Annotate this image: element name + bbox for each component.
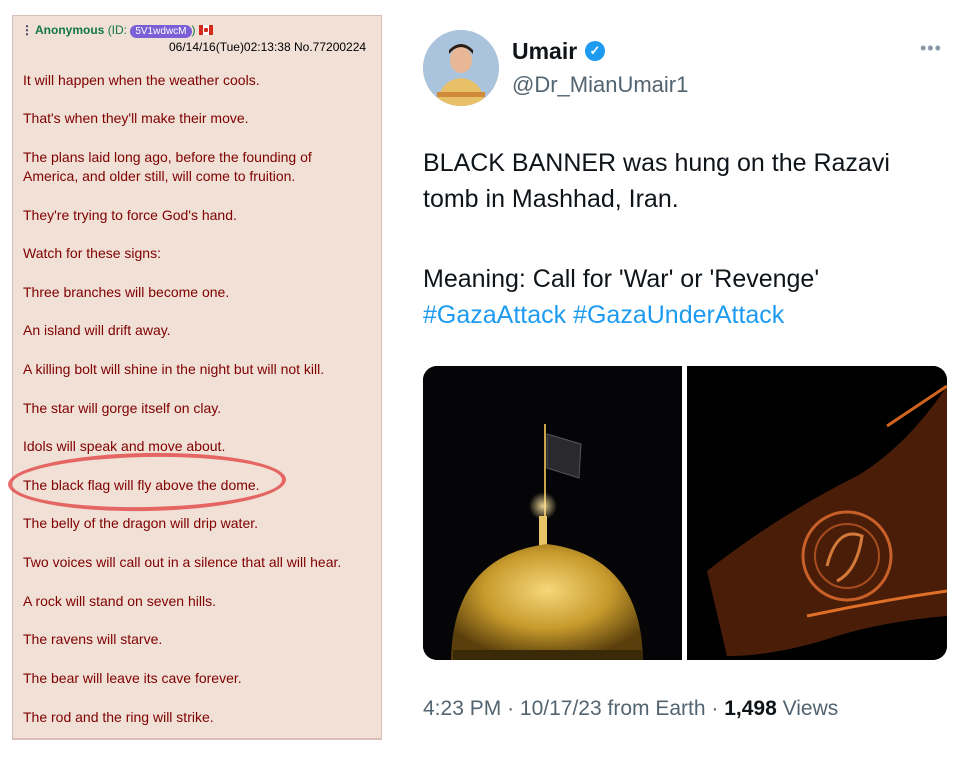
- post-line: The plans laid long ago, before the foun…: [23, 149, 312, 184]
- post-number[interactable]: No.77200224: [294, 40, 366, 54]
- poster-id-label: (ID:: [107, 23, 128, 37]
- drag-handle-icon[interactable]: ⋮: [21, 23, 33, 37]
- separator: ·: [507, 697, 515, 720]
- post-line: The bear will leave its cave forever.: [23, 670, 242, 686]
- tweet-time[interactable]: 4:23 PM: [423, 697, 501, 720]
- post-line: It will happen when the weather cools.: [23, 72, 260, 88]
- poster-id-badge[interactable]: 5V1wdwcM: [130, 25, 192, 38]
- poster-info: Anonymous (ID: 5V1wdwcM): [35, 23, 213, 38]
- media-image-flag[interactable]: [687, 366, 947, 660]
- post-line: The star will gorge itself on clay.: [23, 400, 222, 416]
- tweet-source: from Earth: [607, 697, 706, 720]
- tweet-text-line: BLACK BANNER was hung on the Razavi tomb…: [423, 149, 890, 213]
- post-line: Three branches will become one.: [23, 284, 230, 300]
- user-handle[interactable]: @Dr_MianUmair1: [512, 72, 688, 98]
- avatar[interactable]: [423, 30, 499, 106]
- post-line: The rod and the ring will strike.: [23, 709, 214, 725]
- post-line: The belly of the dragon will drip water.: [23, 515, 259, 531]
- post-line: That's when they'll make their move.: [23, 110, 249, 126]
- separator: ·: [711, 697, 719, 720]
- post-line: Two voices will call out in a silence th…: [23, 554, 342, 570]
- media-image-dome[interactable]: [423, 366, 682, 660]
- post-line: The ravens will starve.: [23, 631, 163, 647]
- tweet-text-line: Meaning: Call for 'War' or 'Revenge': [423, 265, 820, 293]
- dome-illustration: [423, 366, 682, 660]
- flag-illustration: [687, 366, 947, 660]
- avatar-portrait: [423, 30, 499, 106]
- poster-name: Anonymous: [35, 23, 105, 37]
- views-count[interactable]: 1,498: [724, 697, 777, 720]
- hashtags[interactable]: #GazaAttack #GazaUnderAttack: [423, 297, 943, 333]
- forum-post: ⋮ Anonymous (ID: 5V1wdwcM) 06/14/16(Tue)…: [12, 15, 382, 740]
- post-line: They're trying to force God's hand.: [23, 207, 237, 223]
- post-line: A rock will stand on seven hills.: [23, 593, 216, 609]
- poster-id-close: ): [191, 23, 196, 37]
- post-line: Watch for these signs:: [23, 245, 161, 261]
- display-name[interactable]: Umair: [512, 38, 577, 65]
- post-meta: 06/14/16(Tue)02:13:38 No.77200224: [169, 40, 366, 54]
- post-datetime: 06/14/16(Tue)02:13:38: [169, 40, 291, 54]
- post-line: An island will drift away.: [23, 322, 171, 338]
- post-header: ⋮ Anonymous (ID: 5V1wdwcM) 06/14/16(Tue)…: [19, 19, 379, 59]
- post-line: A killing bolt will shine in the night b…: [23, 361, 325, 377]
- views-label: Views: [782, 697, 839, 720]
- more-options-icon[interactable]: •••: [920, 38, 942, 59]
- verified-badge-icon: ✓: [585, 41, 605, 61]
- canada-flag-icon: [198, 25, 213, 35]
- tweet-date[interactable]: 10/17/23: [520, 697, 602, 720]
- tweet-metadata: 4:23 PM · 10/17/23 from Earth · 1,498 Vi…: [423, 697, 838, 721]
- post-line: Idols will speak and move about.: [23, 438, 226, 454]
